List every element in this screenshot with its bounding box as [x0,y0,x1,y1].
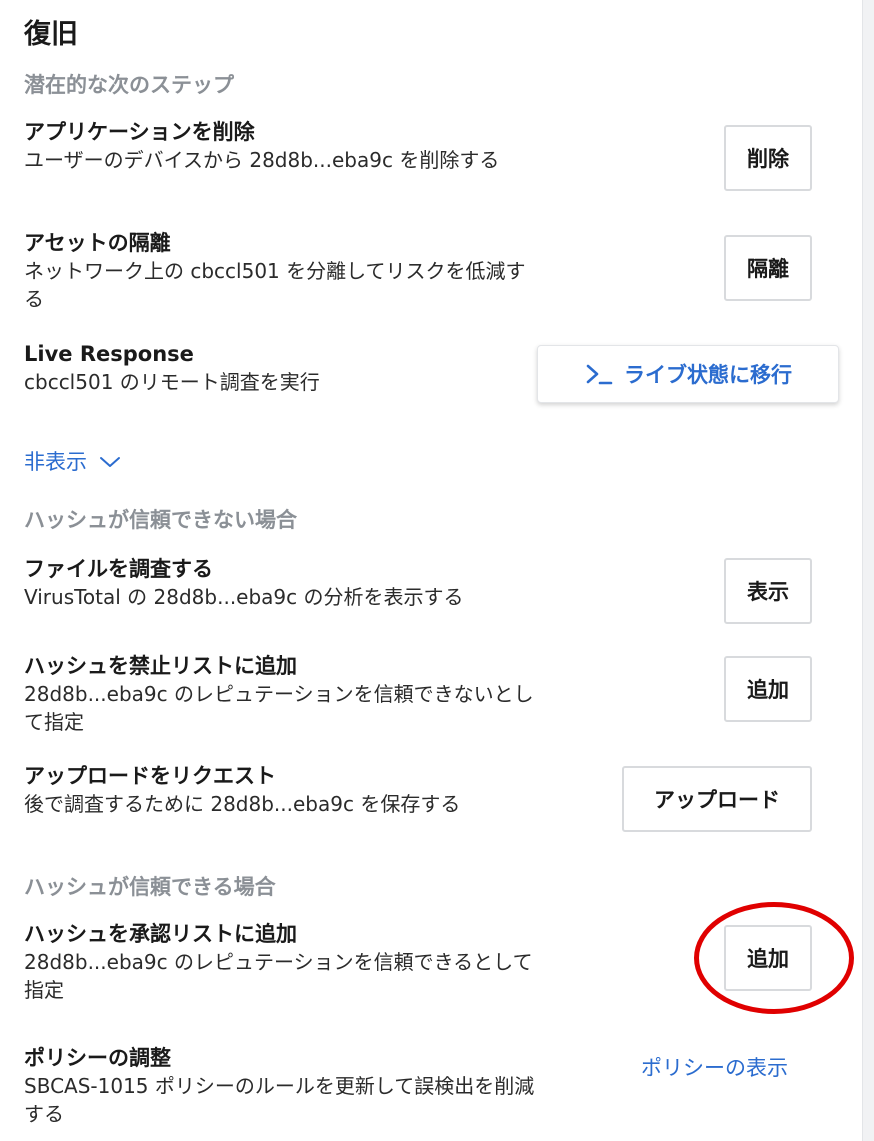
add-to-banned-button[interactable]: 追加 [724,656,812,722]
section-next-steps: 潜在的な次のステップ [24,73,234,97]
delete-button[interactable]: 削除 [724,125,812,191]
view-policy-link[interactable]: ポリシーの表示 [641,1052,788,1082]
scrollbar-track[interactable] [862,0,874,1141]
terminal-icon [584,361,614,387]
remediation-panel: 復旧 潜在的な次のステップ アプリケーションを削除 ユーザーのデバイスから 28… [0,0,862,1141]
chevron-down-icon [99,455,121,469]
action-description: VirusTotal の 28d8b...eba9c の分析を表示する [24,585,464,609]
action-description: cbccl501 のリモート調査を実行 [24,370,320,394]
view-button[interactable]: 表示 [724,558,812,624]
go-live-button[interactable]: ライブ状態に移行 [537,345,839,403]
add-to-approved-button[interactable]: 追加 [724,925,812,991]
isolate-button[interactable]: 隔離 [724,235,812,301]
action-description: 28d8b...eba9c のレピュテーションを信頼できるとして指定 [24,950,533,1002]
go-live-label: ライブ状態に移行 [624,363,792,387]
section-trusted: ハッシュが信頼できる場合 [24,875,276,899]
section-untrusted: ハッシュが信頼できない場合 [24,508,297,532]
panel-title: 復旧 [24,19,78,50]
hide-toggle[interactable]: 非表示 [24,448,121,476]
action-description: 後で調査するために 28d8b...eba9c を保存する [24,792,461,816]
action-description: ネットワーク上の cbccl501 を分離してリスクを低減する [24,259,526,311]
action-description: SBCAS-1015 ポリシーのルールを更新して誤検出を削減する [24,1074,535,1126]
action-description: ユーザーのデバイスから 28d8b...eba9c を削除する [24,148,500,172]
hide-toggle-label: 非表示 [24,450,87,474]
upload-button[interactable]: アップロード [622,766,812,832]
action-description: 28d8b...eba9c のレピュテーションを信頼できないとして指定 [24,682,534,734]
